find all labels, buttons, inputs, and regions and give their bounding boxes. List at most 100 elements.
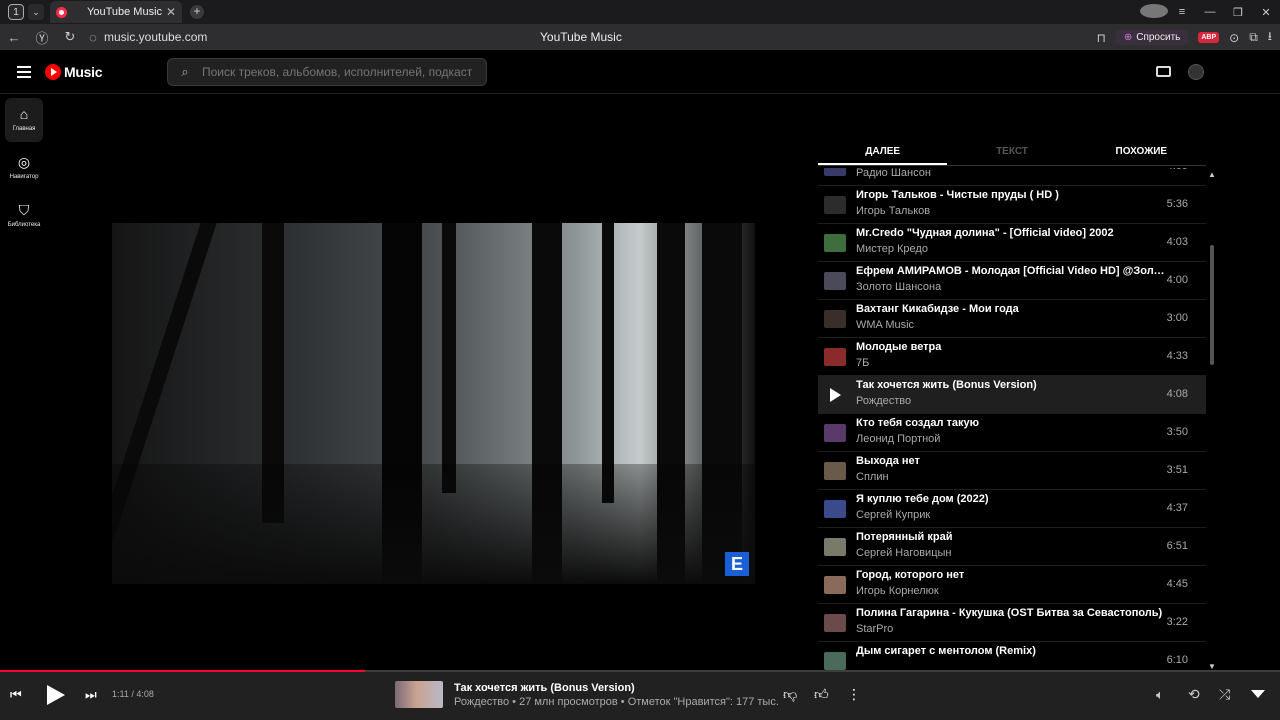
queue-item-duration: 4:03 <box>1166 236 1188 248</box>
progress-bar[interactable] <box>0 670 1280 672</box>
ask-button[interactable]: ⊕ Спросить <box>1115 30 1189 45</box>
video-player[interactable]: E <box>112 223 755 584</box>
scroll-up-arrow-icon[interactable]: ▲ <box>1208 170 1216 179</box>
queue-item-duration: 3:22 <box>1166 616 1188 628</box>
queue-item-title: Игорь Тальков - Чистые пруды ( HD ) <box>856 189 1059 201</box>
next-track-icon[interactable]: ⏭ <box>85 687 97 703</box>
queue-item-thumbnail <box>824 272 846 290</box>
site-info-icon[interactable]: ◌ <box>84 30 102 45</box>
channel-watermark-logo: E <box>725 552 749 576</box>
sidebar-item-library[interactable]: ⛉ Библиотека <box>5 194 43 238</box>
queue-item-title: Город, которого нет <box>856 569 965 581</box>
queue-item-artist: Золото Шансона <box>856 281 942 293</box>
play-icon[interactable] <box>830 388 841 402</box>
sidebar-item-label: Библиотека <box>7 222 41 228</box>
queue-item-title: Молодые ветра <box>856 341 942 353</box>
dislike-icon[interactable]: 👎︎ <box>783 686 797 703</box>
queue-item-duration: 4:09 <box>1167 168 1188 172</box>
reload-icon[interactable]: ↻ <box>56 29 84 45</box>
queue-item-thumbnail <box>824 538 846 556</box>
queue-item-thumbnail <box>824 168 846 176</box>
play-button-icon[interactable] <box>47 685 65 705</box>
queue-list: Михаил Шуфутинский - Ширяевская портнаяР… <box>818 168 1206 670</box>
more-options-icon[interactable]: ⋮ <box>847 686 861 703</box>
video-frame-tree <box>602 223 614 503</box>
tab-lyrics[interactable]: ТЕКСТ <box>947 138 1076 165</box>
library-icon: ⛉ <box>18 202 30 218</box>
now-playing-title[interactable]: Так хочется жить (Bonus Version) <box>454 682 635 694</box>
youtube-music-logo[interactable]: Music <box>45 64 102 80</box>
profile-icon[interactable] <box>1140 3 1168 21</box>
close-window-icon[interactable]: ✕ <box>1252 6 1280 19</box>
toolbar-right: ⊓ ⊕ Спросить ABP ⊙ ⧉ ⭳ <box>1096 27 1272 48</box>
download-icon[interactable]: ⭳ <box>1268 27 1272 48</box>
queue-item[interactable]: Выхода нет Сплин 3:51 <box>818 452 1206 490</box>
bookmark-icon[interactable]: ⊓ <box>1096 31 1105 45</box>
minimize-icon[interactable]: — <box>1196 6 1224 18</box>
now-playing-subtitle: Рождество • 27 млн просмотров • Отметок … <box>454 696 779 708</box>
media-extension-icon[interactable]: ⊙ <box>1229 31 1239 45</box>
volume-icon[interactable]: 🔈︎ <box>1156 687 1164 703</box>
queue-item-title: Выхода нет <box>856 455 920 467</box>
adblock-extension-icon[interactable]: ABP <box>1198 32 1220 43</box>
queue-item-duration: 6:51 <box>1166 540 1188 552</box>
queue-item[interactable]: Михаил Шуфутинский - Ширяевская портнаяР… <box>818 168 1206 186</box>
avatar[interactable] <box>1188 64 1204 80</box>
tab-related[interactable]: ПОХОЖИЕ <box>1077 138 1206 165</box>
extensions-icon[interactable]: ⧉ <box>1249 30 1258 45</box>
queue-scrollbar[interactable] <box>1210 245 1214 365</box>
back-arrow-icon[interactable]: ← <box>0 30 28 45</box>
queue-item-artist: Сергей Наговицын <box>856 547 952 559</box>
queue-item-title: Потерянный край <box>856 531 953 543</box>
menu-icon[interactable]: ≡ <box>1168 6 1196 18</box>
browser-tab[interactable]: YouTube Music ✕ <box>50 1 182 23</box>
hamburger-menu-icon[interactable] <box>17 66 31 78</box>
queue-item-duration: 5:36 <box>1166 198 1188 210</box>
queue-item-title: Кто тебя создал такую <box>856 417 980 429</box>
cast-icon[interactable] <box>1156 66 1171 77</box>
sidebar-item-home[interactable]: ⌂ Главная <box>5 98 43 142</box>
new-tab-icon[interactable]: + <box>190 5 204 19</box>
tab-menu-chevron-icon[interactable]: ⌄ <box>28 4 44 20</box>
queue-item-artist: Леонид Портной <box>856 433 941 445</box>
queue-item-thumbnail <box>824 310 846 328</box>
shuffle-icon[interactable]: ⤮ <box>1219 686 1230 703</box>
previous-track-icon[interactable]: ⏮ <box>10 687 22 703</box>
url-field[interactable]: music.youtube.com <box>104 30 207 44</box>
app-header: Music ⌕ <box>0 50 1280 94</box>
tab-up-next[interactable]: ДАЛЕЕ <box>818 138 948 165</box>
search-box[interactable]: ⌕ <box>167 58 487 86</box>
queue-item[interactable]: Я куплю тебе дом (2022) Сергей Куприк 4:37 <box>818 490 1206 528</box>
queue-item-duration: 4:45 <box>1166 578 1188 590</box>
queue-item-thumbnail <box>824 424 846 442</box>
queue-item[interactable]: Mr.Credo "Чудная долина" - [Official vid… <box>818 224 1206 262</box>
youtube-music-favicon-icon <box>56 6 67 18</box>
queue-item[interactable]: Дым сигарет с ментолом (Remix) 6:10 <box>818 642 1206 670</box>
repeat-icon[interactable]: ⟲ <box>1188 686 1200 703</box>
queue-item-title: Полина Гагарина - Кукушка (OST Битва за … <box>856 607 1163 619</box>
search-input[interactable] <box>202 65 472 79</box>
progress-fill <box>0 670 365 672</box>
restore-icon[interactable]: ❐ <box>1224 6 1252 19</box>
queue-item[interactable]: Молодые ветра 7Б 4:33 <box>818 338 1206 376</box>
tab-count-button[interactable]: 1 <box>8 4 24 20</box>
queue-item[interactable]: Ефрем АМИРАМОВ - Молодая [Official Video… <box>818 262 1206 300</box>
sidebar-item-explore[interactable]: ◎ Навигатор <box>5 146 43 190</box>
queue-item[interactable]: Потерянный край Сергей Наговицын 6:51 <box>818 528 1206 566</box>
queue-item[interactable]: Кто тебя создал такую Леонид Портной 3:50 <box>818 414 1206 452</box>
video-frame-ground <box>112 464 755 584</box>
queue-item-thumbnail <box>824 234 846 252</box>
queue-item[interactable]: Так хочется жить (Bonus Version) Рождеств… <box>818 376 1206 414</box>
expand-player-icon[interactable] <box>1251 690 1265 698</box>
tab-close-icon[interactable]: ✕ <box>166 5 176 19</box>
search-icon: ⌕ <box>181 64 189 79</box>
queue-item[interactable]: Полина Гагарина - Кукушка (OST Битва за … <box>818 604 1206 642</box>
queue-item[interactable]: Игорь Тальков - Чистые пруды ( HD ) Игорь… <box>818 186 1206 224</box>
queue-item-thumbnail <box>824 348 846 366</box>
like-icon[interactable]: 👍︎ <box>814 686 829 703</box>
queue-item-artist: WMA Music <box>856 319 915 331</box>
queue-item[interactable]: Вахтанг Кикабидзе - Мои года WMA Music 3:0… <box>818 300 1206 338</box>
queue-item[interactable]: Город, которого нет Игорь Корнелюк 4:45 <box>818 566 1206 604</box>
yandex-icon[interactable]: Ⓨ <box>28 28 56 47</box>
compass-icon: ◎ <box>17 154 31 170</box>
